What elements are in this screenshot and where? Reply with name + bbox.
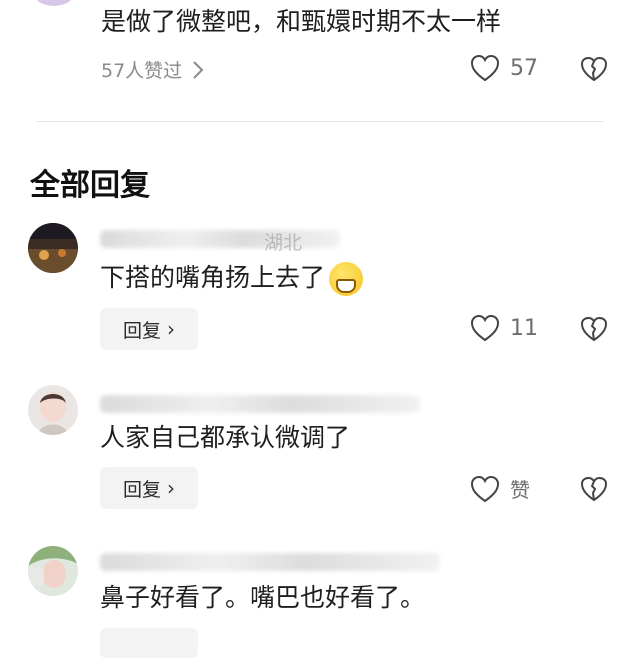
chevron-right-icon [192, 60, 204, 80]
like-label: 赞 [510, 478, 530, 502]
grin-emoji-icon [329, 262, 364, 296]
location: 湖北 [264, 232, 303, 254]
broken-heart-icon [580, 316, 608, 342]
reply-button-label: 回复 [122, 478, 161, 501]
like-count: 11 [510, 315, 538, 341]
like-button[interactable]: 赞 [470, 474, 530, 503]
avatar[interactable] [28, 223, 78, 273]
avatar[interactable] [28, 385, 78, 435]
chevron-right-icon: › [167, 317, 175, 341]
dislike-button[interactable] [580, 316, 608, 342]
heart-outline-icon [470, 314, 500, 342]
avatar[interactable] [28, 546, 78, 596]
broken-heart-icon [580, 476, 608, 502]
username-blurred[interactable] [100, 553, 440, 571]
reply-text: 下搭的嘴角扬上去了 [100, 262, 364, 296]
heart-outline-icon [470, 54, 500, 82]
reply-text: 人家自己都承认微调了 [100, 423, 351, 452]
avatar[interactable] [32, 0, 76, 6]
reply-button-label: 回复 [122, 319, 161, 342]
liked-by-text: 57人赞过 [101, 60, 183, 82]
reply-button[interactable] [100, 628, 198, 658]
like-button[interactable]: 57 [470, 54, 538, 82]
username-blurred[interactable] [100, 395, 420, 413]
like-count: 57 [510, 55, 538, 81]
dislike-button[interactable] [580, 56, 608, 82]
comment-text: 是做了微整吧，和甄嬛时期不太一样 [101, 7, 502, 36]
dislike-button[interactable] [580, 476, 608, 502]
reply-text-content: 下搭的嘴角扬上去了 [100, 263, 326, 292]
like-button[interactable]: 11 [470, 314, 538, 342]
reply-button[interactable]: 回复 › [100, 308, 198, 350]
reply-button[interactable]: 回复 › [100, 467, 198, 509]
username-blurred[interactable] [100, 230, 340, 248]
divider [36, 121, 604, 122]
heart-outline-icon [470, 475, 500, 503]
reply-text: 鼻子好看了。嘴巴也好看了。 [100, 583, 426, 612]
liked-by-link[interactable]: 57人赞过 [101, 56, 204, 83]
broken-heart-icon [580, 56, 608, 82]
chevron-right-icon: › [167, 476, 175, 500]
section-title: 全部回复 [30, 168, 150, 203]
